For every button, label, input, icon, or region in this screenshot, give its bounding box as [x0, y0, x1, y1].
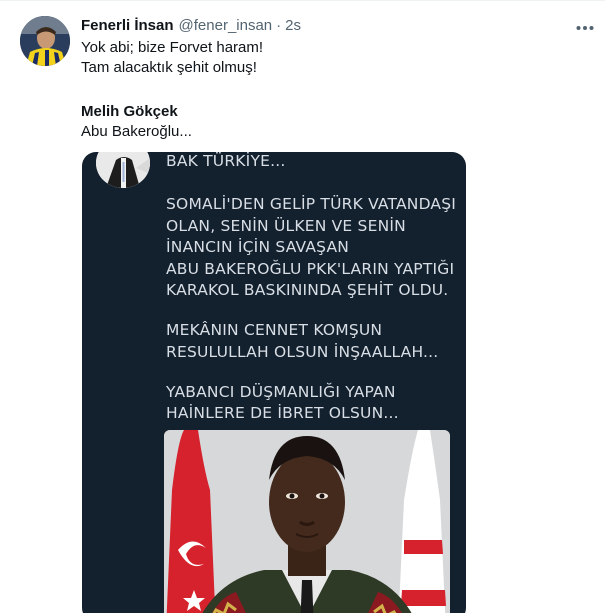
tweet-header: Fenerli İnsan @fener_insan · 2s: [81, 14, 586, 36]
tweet-text-line: Yok abi; bize Forvet haram!: [81, 39, 264, 56]
image-text-line: MEKÂNIN CENNET KOMŞUN: [166, 321, 383, 339]
top-divider: [0, 0, 605, 1]
card-avatar: [96, 152, 150, 188]
image-text-line: OLAN, SENİN ÜLKEN VE SENİN: [166, 217, 406, 235]
header-separator: ·: [276, 16, 282, 34]
more-options-button[interactable]: [571, 18, 599, 38]
image-text-line: İNANCIN İÇİN SAVAŞAN: [166, 238, 350, 256]
user-avatar[interactable]: [20, 16, 70, 66]
tweet-timestamp[interactable]: 2s: [285, 17, 301, 34]
image-text-line: ABU BAKEROĞLU PKK'LARIN YAPTIĞI: [166, 260, 455, 278]
author-handle[interactable]: @fener_insan: [179, 17, 273, 34]
image-text-line: SOMALİ'DEN GELİP TÜRK VATANDAŞI: [166, 195, 457, 213]
more-horizontal-icon: [576, 26, 594, 30]
tweet-content: Fenerli İnsan @fener_insan · 2s Yok abi;…: [81, 14, 586, 142]
quoted-name: Melih Gökçek: [81, 103, 178, 120]
quoted-text: Abu Bakeroğlu...: [81, 123, 192, 140]
tweet-text-line: Tam alacaktık şehit olmuş!: [81, 59, 257, 76]
soldier-portrait-photo: [164, 430, 450, 613]
image-text-line: HAİNLERE DE İBRET OLSUN...: [166, 404, 399, 422]
image-text-line: YABANCI DÜŞMANLIĞI YAPAN: [166, 383, 396, 401]
image-text-line: KARAKOL BASKININDA ŞEHİT OLDU.: [166, 281, 449, 299]
author-display-name[interactable]: Fenerli İnsan: [81, 17, 174, 34]
tweet-media-image[interactable]: BAK TÜRKİYE... SOMALİ'DEN GELİP TÜRK VAT…: [82, 152, 466, 613]
image-text-line: BAK TÜRKİYE...: [166, 152, 286, 170]
image-text-line: RESULULLAH OLSUN İNŞAALLAH...: [166, 343, 439, 361]
